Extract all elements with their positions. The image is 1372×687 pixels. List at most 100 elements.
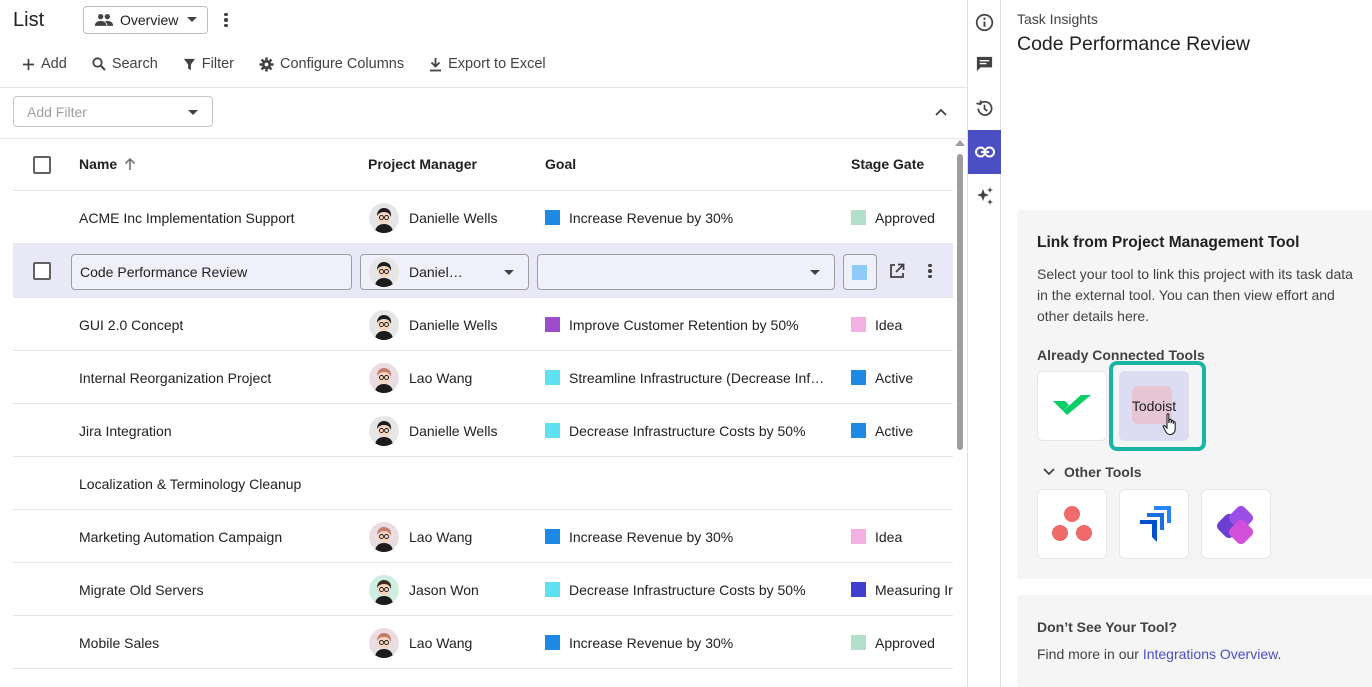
filter-button[interactable]: Filter	[183, 56, 234, 72]
find-more-prefix: Find more in our	[1037, 646, 1143, 662]
table-row[interactable]: ACME Inc Implementation Support Danielle …	[13, 191, 953, 244]
table-row[interactable]: Migrate Old Servers Jason Won Decrease Inf…	[13, 563, 953, 616]
manager-name: Danielle Wells	[409, 209, 498, 226]
manager-select-value: Daniel…	[409, 264, 463, 280]
stage-text: Idea	[875, 316, 903, 333]
stage-swatch	[851, 317, 866, 332]
table-row[interactable]: Jira Integration Danielle Wells Decrease I…	[13, 404, 953, 457]
link-icon	[974, 146, 995, 158]
row-more-icon[interactable]	[924, 263, 936, 279]
row-stage: Approved	[851, 616, 953, 669]
manager-name: Jason Won	[409, 581, 479, 598]
planner-tool-tile[interactable]	[1201, 489, 1271, 559]
vertical-scrollbar[interactable]	[955, 140, 965, 458]
column-name-label: Name	[79, 156, 118, 172]
stage-swatch	[851, 582, 866, 597]
stage-text: Active	[875, 422, 914, 439]
row-stage: Active	[851, 351, 953, 404]
row-name[interactable]: ACME Inc Implementation Support	[79, 191, 359, 244]
column-header-stage[interactable]: Stage Gate	[851, 156, 924, 172]
table-body: ACME Inc Implementation Support Danielle …	[13, 191, 953, 669]
avatar	[369, 627, 399, 658]
scroll-up-arrow-icon[interactable]	[955, 140, 965, 146]
todoist-tool-tile[interactable]: Todoist	[1119, 371, 1189, 441]
column-header-goal[interactable]: Goal	[545, 156, 576, 172]
funnel-icon	[183, 58, 195, 70]
toolbar: Add Search Filter Configure Columns Expo…	[22, 53, 571, 75]
table-row-selected[interactable]: Code Performance Review Daniel…	[13, 244, 953, 298]
table-row[interactable]: Mobile Sales Lao Wang Increase Revenue by …	[13, 616, 953, 669]
goal-swatch	[545, 529, 560, 544]
configure-columns-button[interactable]: Configure Columns	[259, 56, 404, 72]
row-name[interactable]: Mobile Sales	[79, 616, 359, 669]
row-name[interactable]: Internal Reorganization Project	[79, 351, 359, 404]
row-goal: Increase Revenue by 30%	[545, 510, 835, 563]
search-icon	[92, 57, 106, 71]
table-row[interactable]: GUI 2.0 Concept Danielle Wells Improve Cus…	[13, 298, 953, 351]
manager-select[interactable]: Daniel…	[360, 254, 529, 290]
asana-tool-tile[interactable]	[1037, 489, 1107, 559]
avatar	[369, 257, 399, 287]
rail-link-button[interactable]	[968, 130, 1001, 174]
wrike-logo-icon	[1053, 395, 1091, 415]
link-tool-card: Link from Project Management Tool Select…	[1017, 210, 1372, 579]
manager-name: Danielle Wells	[409, 422, 498, 439]
link-tool-heading: Link from Project Management Tool	[1037, 234, 1300, 251]
other-tools-toggle[interactable]: Other Tools	[1043, 464, 1142, 480]
scroll-thumb[interactable]	[957, 154, 963, 450]
rail-comments-button[interactable]	[968, 42, 1001, 86]
integrations-overview-link[interactable]: Integrations Overview	[1143, 646, 1278, 662]
manager-name: Lao Wang	[409, 369, 473, 386]
configure-columns-label: Configure Columns	[280, 56, 405, 72]
column-header-manager[interactable]: Project Manager	[368, 156, 477, 172]
add-filter-select[interactable]: Add Filter	[13, 96, 213, 127]
stage-swatch	[852, 264, 867, 280]
wrike-tool-tile[interactable]	[1037, 371, 1107, 441]
row-name[interactable]: Jira Integration	[79, 404, 359, 457]
add-button[interactable]: Add	[22, 56, 67, 72]
table-row[interactable]: Localization & Terminology Cleanup	[13, 457, 953, 510]
chevron-up-icon[interactable]	[935, 108, 947, 116]
table-row[interactable]: Internal Reorganization Project Lao Wang S…	[13, 351, 953, 404]
goal-select[interactable]	[537, 254, 835, 290]
name-edit-field[interactable]: Code Performance Review	[71, 254, 352, 290]
row-name[interactable]: Migrate Old Servers	[79, 563, 359, 616]
rail-ai-button[interactable]	[968, 174, 1001, 218]
row-name[interactable]: Marketing Automation Campaign	[79, 510, 359, 563]
filter-row: Add Filter	[13, 96, 213, 127]
jira-tool-tile[interactable]	[1119, 489, 1189, 559]
goal-swatch	[545, 317, 560, 332]
goal-text: Increase Revenue by 30%	[569, 528, 734, 545]
column-header-name[interactable]: Name	[79, 156, 137, 172]
rail-history-button[interactable]	[968, 86, 1001, 130]
search-label: Search	[111, 56, 158, 72]
table-row[interactable]: Marketing Automation Campaign Lao Wang Inc…	[13, 510, 953, 563]
search-button[interactable]: Search	[92, 56, 158, 72]
select-all-checkbox[interactable]	[33, 156, 51, 174]
row-manager: Jason Won	[369, 563, 537, 616]
row-stage: Idea	[851, 298, 953, 351]
row-manager: Danielle Wells	[369, 298, 537, 351]
stage-select[interactable]	[843, 254, 877, 290]
row-checkbox[interactable]	[33, 261, 51, 280]
row-manager: Lao Wang	[369, 616, 537, 669]
chevron-down-icon	[810, 270, 820, 275]
goal-swatch	[545, 582, 560, 597]
row-manager: Lao Wang	[369, 351, 537, 404]
panel-subtitle: Task Insights	[1017, 11, 1098, 27]
open-external-icon[interactable]	[889, 263, 905, 279]
view-select[interactable]: Overview	[83, 6, 208, 34]
asana-logo-icon	[1052, 506, 1092, 541]
export-excel-button[interactable]: Export to Excel	[429, 56, 546, 72]
more-options-icon[interactable]	[216, 10, 236, 30]
row-stage: Measuring Ir	[851, 563, 953, 616]
stage-swatch	[851, 210, 866, 225]
avatar	[369, 202, 399, 233]
row-stage: Active	[851, 404, 953, 457]
other-tools-heading: Other Tools	[1064, 464, 1142, 480]
row-name[interactable]: GUI 2.0 Concept	[79, 298, 359, 351]
rail-info-button[interactable]	[968, 0, 1001, 44]
row-name[interactable]: Localization & Terminology Cleanup	[79, 457, 359, 510]
dont-see-heading: Don’t See Your Tool?	[1037, 619, 1177, 635]
project-table: Name Project Manager Goal Stage Gate ACM…	[13, 139, 953, 669]
